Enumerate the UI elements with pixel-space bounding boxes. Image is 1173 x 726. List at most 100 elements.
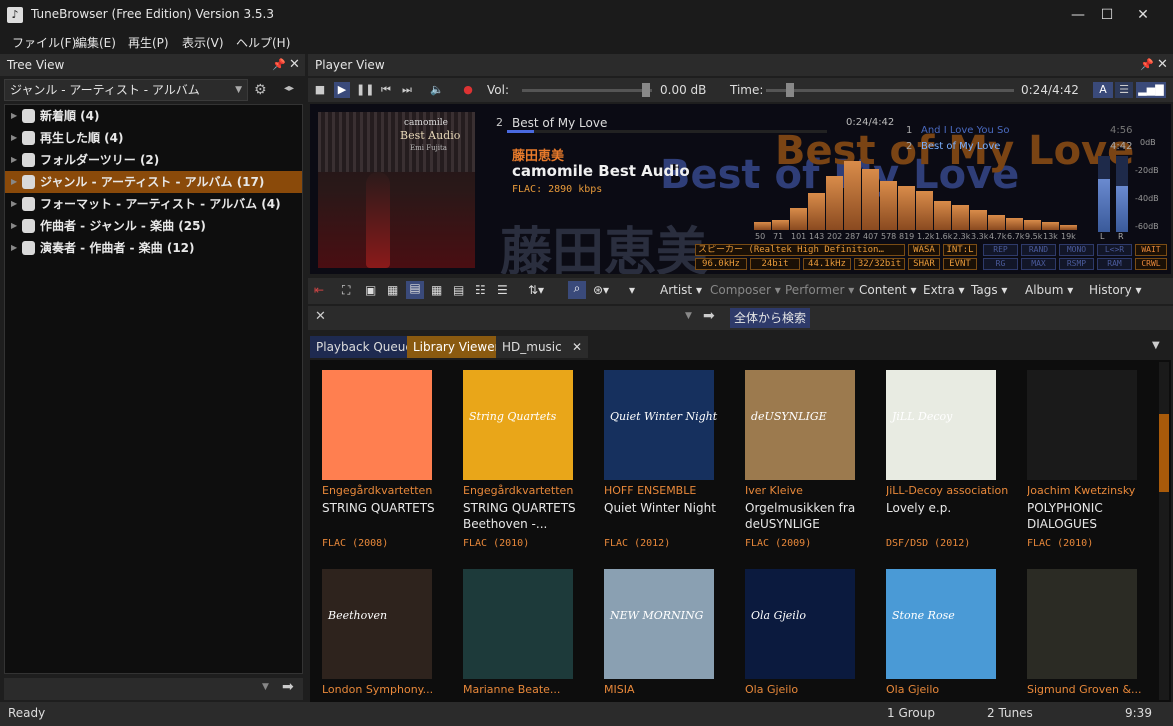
tree-filter-bar[interactable]: ▼ ➡	[4, 678, 303, 700]
album-art[interactable]: String Quartets	[463, 370, 573, 480]
performer-dropdown[interactable]: Performer ▾	[785, 283, 854, 297]
menu-help[interactable]: ヘルプ(H)	[236, 34, 290, 51]
stop-icon[interactable]: ■	[312, 82, 328, 98]
flag-rg[interactable]: RG	[983, 258, 1018, 270]
album-art[interactable]: Quiet Winter Night	[604, 370, 717, 480]
album-art[interactable]: NEW MORNING	[604, 569, 714, 679]
filter-icon[interactable]: ⊛▾	[593, 283, 609, 297]
maximize-button[interactable]: ☐	[1089, 0, 1125, 30]
close-button[interactable]: ✕	[1125, 0, 1161, 30]
flag-resample[interactable]: RSMP	[1059, 258, 1094, 270]
album-card[interactable]: Stone Rose Ola Gjeilo	[886, 569, 1006, 702]
flag-repeat[interactable]: REP	[983, 244, 1018, 256]
chevron-down-icon[interactable]: ▼	[1152, 340, 1160, 351]
flag-swap[interactable]: L<>R	[1097, 244, 1132, 256]
extra-dropdown[interactable]: Extra ▾	[923, 283, 965, 297]
album-card[interactable]: Ola Gjeilo Ola Gjeilo	[745, 569, 865, 702]
folder-icon[interactable]: ▾	[629, 283, 635, 297]
flag-ram[interactable]: RAM	[1097, 258, 1132, 270]
volume-slider-thumb[interactable]	[642, 83, 650, 97]
expand-collapse-icon[interactable]: ◂▸	[284, 83, 294, 94]
vertical-scrollbar[interactable]	[1159, 362, 1169, 700]
expand-arrow-icon[interactable]: ▶	[11, 193, 17, 215]
clear-search-icon[interactable]: ✕	[315, 309, 326, 324]
tree-item[interactable]: ▶ フォーマット - アーティスト - アルバム (4)	[5, 193, 302, 215]
tree-item[interactable]: ▶ フォルダーツリー (2)	[5, 149, 302, 171]
pause-icon[interactable]: ❚❚	[356, 82, 374, 98]
detail-icon[interactable]: ▤	[453, 283, 464, 297]
expand-arrow-icon[interactable]: ▶	[11, 149, 17, 171]
tree-item[interactable]: ▶ 新着順 (4)	[5, 105, 302, 127]
album-card[interactable]: Marianne Beate...	[463, 569, 583, 702]
close-pane-icon[interactable]: ✕	[1157, 54, 1168, 76]
mute-icon[interactable]: 🔈	[429, 82, 445, 98]
font-size-icon[interactable]: A	[1093, 82, 1113, 98]
album-art[interactable]: Beethoven	[322, 569, 432, 679]
flag-max[interactable]: MAX	[1021, 258, 1056, 270]
play-icon[interactable]: ▶	[334, 82, 350, 98]
album-card[interactable]: Beethoven London Symphony...	[322, 569, 442, 702]
tags-dropdown[interactable]: Tags ▾	[971, 283, 1007, 297]
album-cover[interactable]: camomile Best Audio Emi Fujita	[318, 112, 475, 268]
list-icon[interactable]: ☰	[497, 283, 508, 297]
artist-dropdown[interactable]: Artist ▾	[660, 283, 702, 297]
layout-icon[interactable]: ▣	[365, 283, 376, 297]
tab-playback-queue[interactable]: Playback Queue	[310, 336, 419, 358]
expand-arrow-icon[interactable]: ▶	[11, 127, 17, 149]
album-card[interactable]: Sigmund Groven &...	[1027, 569, 1147, 702]
album-art[interactable]: Ola Gjeilo	[745, 569, 855, 679]
flag-mono[interactable]: MONO	[1059, 244, 1094, 256]
sort-icon[interactable]: ⇅▾	[528, 283, 544, 297]
flag-random[interactable]: RAND	[1021, 244, 1056, 256]
tree-item[interactable]: ▶ 作曲者 - ジャンル - 楽曲 (25)	[5, 215, 302, 237]
expand-icon[interactable]: ⛶	[342, 283, 350, 298]
tree-item[interactable]: ▶ 再生した順 (4)	[5, 127, 302, 149]
go-arrow-icon[interactable]: ➡	[703, 308, 715, 324]
content-dropdown[interactable]: Content ▾	[859, 283, 917, 297]
album-art[interactable]	[1027, 569, 1137, 679]
next-icon[interactable]: ⏭	[399, 82, 415, 98]
album-art[interactable]: Stone Rose	[886, 569, 996, 679]
chevron-down-icon[interactable]: ▼	[685, 311, 692, 321]
menu-file[interactable]: ファイル(F)	[12, 34, 76, 51]
locate-icon[interactable]: ⇤	[314, 283, 324, 297]
album-dropdown[interactable]: Album ▾	[1025, 283, 1073, 297]
album-card[interactable]: JiLL Decoy JiLL-Decoy association Lovely e…	[886, 370, 1008, 560]
output-device[interactable]: スピーカー (Realtek High Definition…	[695, 244, 905, 256]
volume-slider[interactable]	[522, 89, 652, 92]
composer-dropdown[interactable]: Composer ▾	[710, 283, 781, 297]
tree-item[interactable]: ▶ 演奏者 - 作曲者 - 楽曲 (12)	[5, 237, 302, 259]
go-arrow-icon[interactable]: ➡	[282, 679, 294, 695]
expand-arrow-icon[interactable]: ▶	[11, 237, 17, 259]
tab-library-viewer[interactable]: Library Viewer	[407, 336, 506, 358]
flag-wait[interactable]: WAIT	[1135, 244, 1167, 256]
close-pane-icon[interactable]: ✕	[289, 54, 300, 76]
list-layout-icon[interactable]: ▤	[406, 281, 424, 299]
gear-icon[interactable]: ⚙	[254, 82, 267, 98]
compact-icon[interactable]: ☷	[475, 283, 486, 297]
album-card[interactable]: String Quartets Engegårdkvartetten STRING …	[463, 370, 583, 560]
menu-view[interactable]: 表示(V)	[182, 34, 224, 51]
grid-icon[interactable]: ▦	[387, 283, 398, 297]
tile-icon[interactable]: ▦	[431, 283, 442, 297]
expand-arrow-icon[interactable]: ▶	[11, 105, 17, 127]
menu-play[interactable]: 再生(P)	[128, 34, 169, 51]
album-art[interactable]: JiLL Decoy	[886, 370, 996, 480]
search-all-button[interactable]: 全体から検索	[730, 308, 811, 328]
scrollbar-thumb[interactable]	[1159, 414, 1169, 492]
seek-slider-thumb[interactable]	[786, 83, 794, 97]
flag-crawl[interactable]: CRWL	[1135, 258, 1167, 270]
album-card[interactable]: deUSYNLIGE Iver Kleive Orgelmusikken fra d…	[745, 370, 865, 560]
pin-icon[interactable]: 📌	[1140, 54, 1154, 76]
search-input[interactable]	[332, 308, 698, 328]
album-card[interactable]: NEW MORNING MISIA	[604, 569, 724, 702]
pin-icon[interactable]: 📌	[272, 54, 286, 76]
list-view-icon[interactable]: ☰	[1115, 82, 1133, 98]
seek-slider[interactable]	[766, 89, 1014, 92]
tree-item-selected[interactable]: ▶ ジャンル - アーティスト - アルバム (17)	[5, 171, 302, 193]
search-icon[interactable]: ⌕	[568, 281, 586, 299]
expand-arrow-icon[interactable]: ▶	[11, 171, 17, 193]
previous-icon[interactable]: ⏮	[378, 82, 394, 98]
album-art[interactable]	[1027, 370, 1137, 480]
tree-view-selector[interactable]: ジャンル - アーティスト - アルバム ▼	[4, 79, 248, 101]
